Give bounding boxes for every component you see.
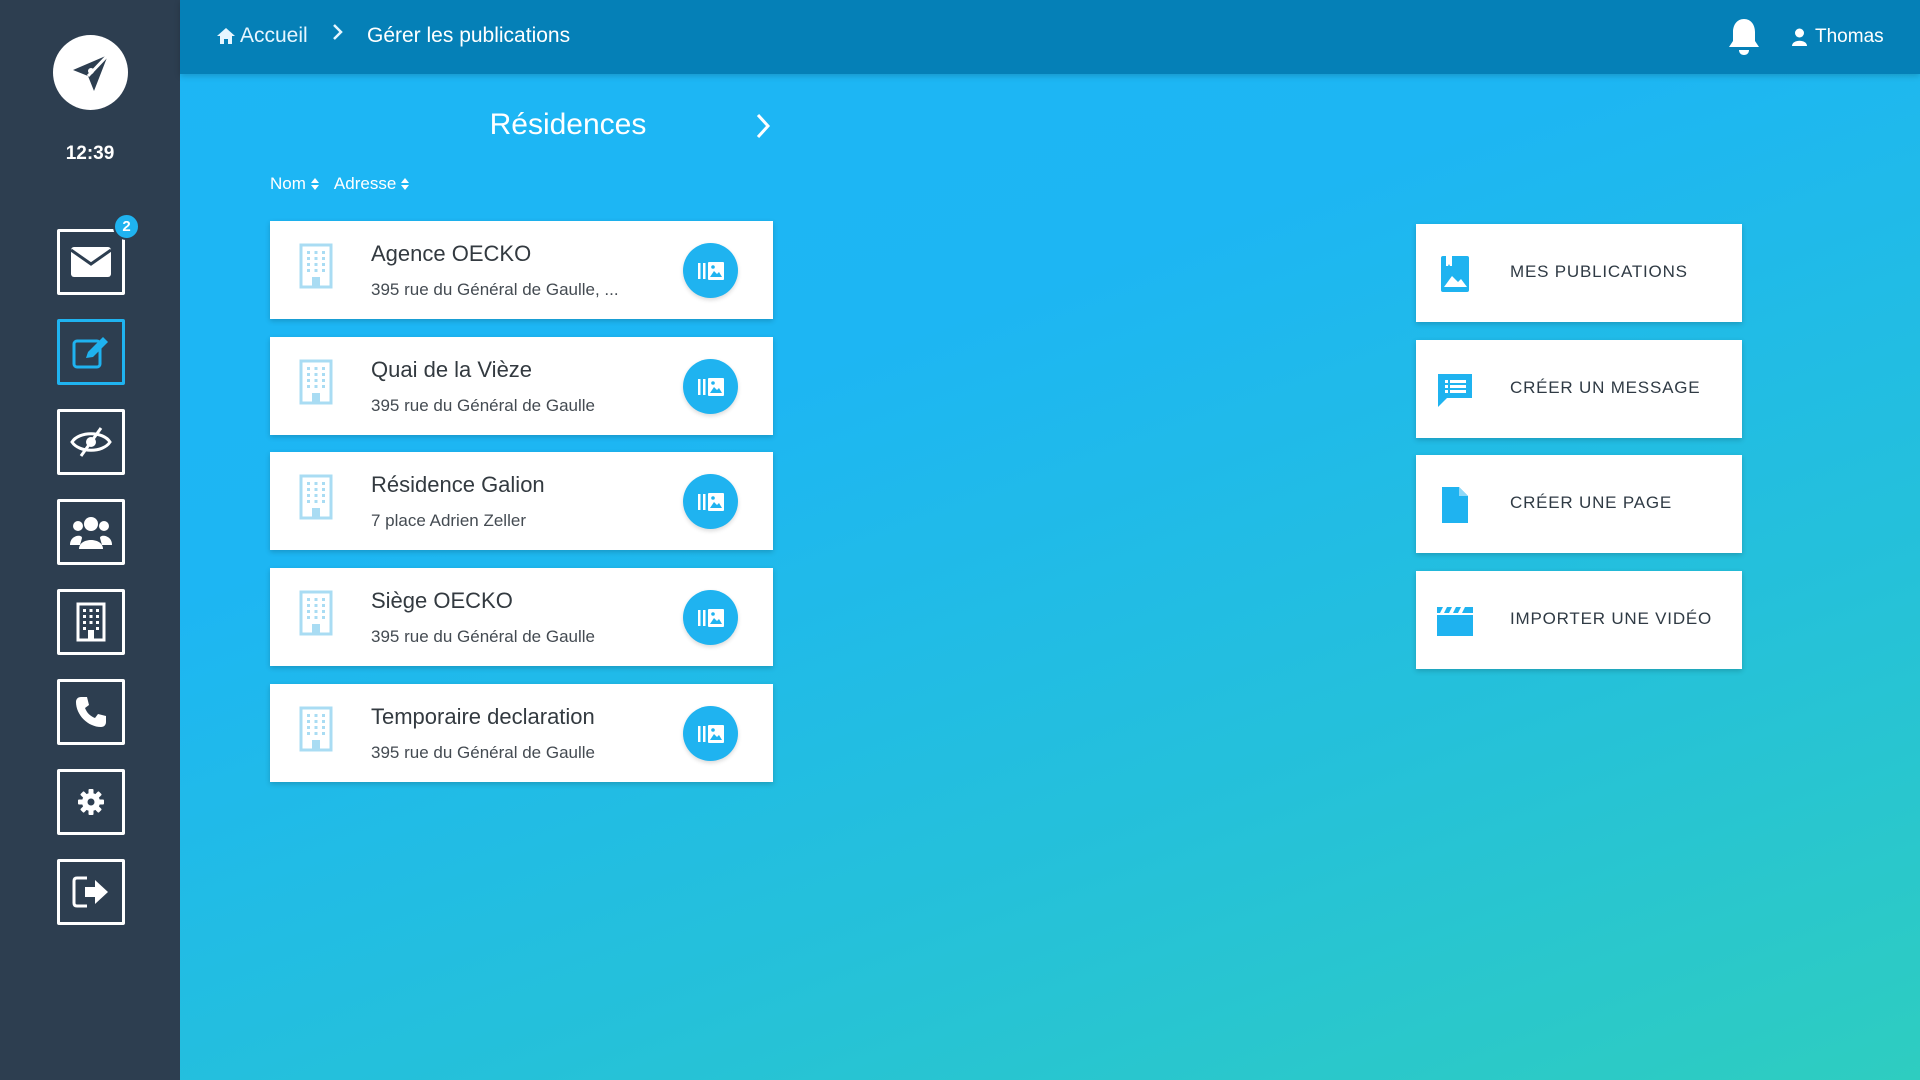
sidebar: 12:39 2: [0, 0, 180, 1080]
residence-card[interactable]: Résidence Galion 7 place Adrien Zeller: [270, 452, 773, 550]
building-icon: [299, 706, 333, 752]
sidebar-item-phone[interactable]: [57, 679, 125, 745]
residence-name: Résidence Galion: [371, 472, 545, 497]
publication-stack-icon: [697, 377, 724, 396]
chevron-right-icon: [756, 113, 771, 139]
my-publications-button[interactable]: MES PUBLICATIONS: [1416, 224, 1742, 322]
building-icon: [299, 359, 333, 405]
message-icon: [1434, 369, 1476, 411]
main-content: Accueil Gérer les publications Thomas Ré…: [180, 0, 1920, 1080]
sign-out-icon: [72, 876, 108, 908]
action-label: CRÉER UNE PAGE: [1510, 493, 1673, 512]
breadcrumb-home[interactable]: Accueil: [216, 24, 308, 48]
create-page-button[interactable]: CRÉER UNE PAGE: [1416, 455, 1742, 553]
residence-publications-button[interactable]: [683, 474, 738, 529]
publication-stack-icon: [697, 724, 724, 743]
breadcrumb-separator: [332, 22, 344, 42]
residence-name: Temporaire declaration: [371, 704, 595, 729]
residence-name: Agence OECKO: [371, 241, 532, 266]
action-label: IMPORTER UNE VIDÉO: [1510, 609, 1713, 628]
residence-publications-button[interactable]: [683, 243, 738, 298]
publication-stack-icon: [697, 261, 724, 280]
sidebar-item-logout[interactable]: [57, 859, 125, 925]
sort-address-label: Adresse: [333, 174, 397, 193]
sidebar-item-settings[interactable]: [57, 769, 125, 835]
app-logo[interactable]: [53, 35, 128, 110]
building-icon: [299, 474, 333, 520]
import-video-button[interactable]: IMPORTER UNE VIDÉO: [1416, 571, 1742, 669]
publication-icon: [1434, 253, 1476, 295]
residence-card[interactable]: Quai de la Vièze 395 rue du Général de G…: [270, 337, 773, 435]
sidebar-item-messages[interactable]: [57, 229, 125, 295]
residence-publications-button[interactable]: [683, 706, 738, 761]
residence-address: 7 place Adrien Zeller: [371, 511, 526, 530]
building-icon: [76, 602, 106, 642]
user-name: Thomas: [1815, 26, 1884, 47]
publication-stack-icon: [697, 608, 724, 627]
home-icon: [217, 28, 235, 44]
residence-name: Quai de la Vièze: [371, 357, 533, 382]
building-icon: [299, 590, 333, 636]
building-icon: [299, 243, 333, 289]
residence-address: 395 rue du Général de Gaulle: [371, 396, 595, 415]
sidebar-item-visibility[interactable]: [57, 409, 125, 475]
residences-title: Résidences: [489, 108, 647, 141]
residence-card[interactable]: Temporaire declaration 395 rue du Généra…: [270, 684, 773, 782]
video-icon: [1434, 600, 1476, 642]
sort-name-label: Nom: [270, 174, 306, 193]
residence-address: 395 rue du Général de Gaulle: [371, 743, 595, 762]
next-section-button[interactable]: [755, 112, 771, 145]
edit-icon: [72, 337, 108, 369]
clock: 12:39: [65, 143, 115, 164]
sort-icon: [401, 178, 410, 190]
breadcrumb-current: Gérer les publications: [367, 24, 571, 47]
users-icon: [70, 517, 112, 549]
residence-card[interactable]: Agence OECKO 395 rue du Général de Gaull…: [270, 221, 773, 319]
phone-icon: [76, 697, 106, 727]
sort-controls: Nom Adresse: [270, 174, 410, 194]
sidebar-item-users[interactable]: [57, 499, 125, 565]
sidebar-item-residences[interactable]: [57, 589, 125, 655]
chevron-right-icon: [333, 24, 343, 40]
sort-by-address[interactable]: Adresse: [334, 174, 410, 194]
eye-slash-icon: [70, 427, 112, 457]
sidebar-item-publications[interactable]: [57, 319, 125, 385]
residence-card[interactable]: Siège OECKO 395 rue du Général de Gaulle: [270, 568, 773, 666]
notifications-button[interactable]: [1726, 16, 1762, 61]
publication-stack-icon: [697, 492, 724, 511]
residence-address: 395 rue du Général de Gaulle: [371, 627, 595, 646]
breadcrumb-home-label: Accueil: [240, 24, 308, 47]
page-icon: [1434, 484, 1476, 526]
create-message-button[interactable]: CRÉER UN MESSAGE: [1416, 340, 1742, 438]
residence-address: 395 rue du Général de Gaulle, ...: [371, 280, 619, 299]
action-label: MES PUBLICATIONS: [1510, 262, 1688, 281]
residence-publications-button[interactable]: [683, 359, 738, 414]
user-icon: [1792, 28, 1807, 46]
bell-icon: [1729, 19, 1759, 55]
paper-plane-icon: [72, 53, 109, 91]
action-label: CRÉER UN MESSAGE: [1510, 378, 1701, 397]
gear-icon: [78, 789, 104, 815]
sort-icon: [310, 178, 319, 190]
residence-publications-button[interactable]: [683, 590, 738, 645]
messages-count-badge: 2: [113, 213, 140, 240]
user-menu[interactable]: Thomas: [1792, 26, 1884, 48]
envelope-icon: [70, 247, 112, 277]
residence-name: Siège OECKO: [371, 588, 513, 613]
sort-by-name[interactable]: Nom: [270, 174, 320, 194]
top-bar: Accueil Gérer les publications Thomas: [180, 0, 1920, 74]
